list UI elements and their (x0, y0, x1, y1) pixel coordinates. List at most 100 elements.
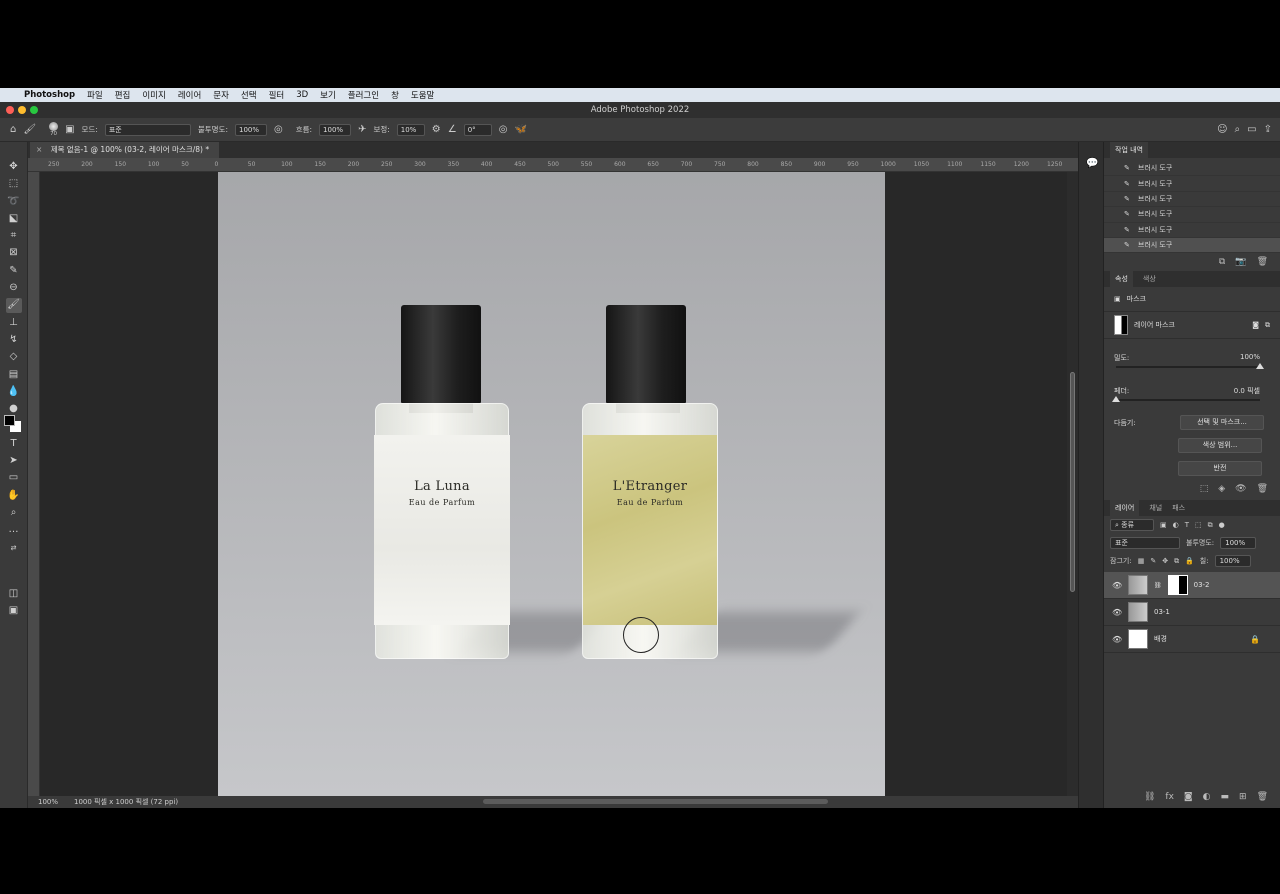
minimize-window-button[interactable] (18, 106, 26, 114)
filter-type-icon[interactable]: T (1185, 521, 1189, 529)
symmetry-icon[interactable]: 🦋 (514, 124, 526, 135)
gradient-tool-icon[interactable]: ▤ (6, 368, 22, 382)
canvas-workspace[interactable]: La Luna Eau de Parfum L'Etranger Eau de … (40, 172, 1067, 796)
fill-input[interactable]: 100% (1214, 555, 1251, 568)
zoom-level[interactable]: 100% (38, 798, 58, 806)
type-tool-icon[interactable]: T (6, 437, 22, 451)
close-window-button[interactable] (6, 106, 14, 114)
new-document-from-state-icon[interactable]: ⧉ (1219, 257, 1225, 267)
frame-tool-icon[interactable]: ⊠ (6, 246, 22, 260)
eraser-tool-icon[interactable]: ◇ (6, 350, 22, 364)
color-range-button[interactable]: 색상 범위... (1178, 438, 1262, 454)
menu-photoshop[interactable]: Photoshop (24, 90, 75, 100)
history-item[interactable]: ✎ 브러시 도구 (1104, 207, 1280, 223)
add-vector-mask-icon[interactable]: ⧉ (1265, 321, 1270, 330)
history-brush-tool-icon[interactable]: ↯ (6, 333, 22, 347)
history-item-selected[interactable]: ✎ 브러시 도구 (1104, 237, 1280, 254)
layer-filter-select[interactable]: ⌕ 종류 (1110, 519, 1154, 532)
layer-row-03-2[interactable]: 👁 ⛓ 03-2 (1104, 572, 1280, 600)
airbrush-icon[interactable]: ✈ (358, 124, 366, 135)
tab-color[interactable]: 색상 (1143, 274, 1156, 284)
vertical-scroll-thumb[interactable] (1070, 372, 1075, 592)
layer-name[interactable]: 배경 (1154, 634, 1167, 644)
snapshot-camera-icon[interactable]: 📷 (1235, 257, 1246, 267)
comments-icon[interactable]: 💬 (1086, 158, 1098, 169)
share-export-icon[interactable]: ⇪ (1264, 124, 1272, 135)
move-tool-icon[interactable]: ✥ (6, 160, 22, 174)
apply-mask-icon[interactable]: ◈ (1218, 484, 1225, 494)
menu-type[interactable]: 문자 (213, 89, 229, 101)
add-pixel-mask-icon[interactable]: ◙ (1252, 321, 1259, 329)
invert-button[interactable]: 반전 (1178, 461, 1262, 477)
pressure-opacity-icon[interactable]: ◎ (274, 124, 283, 135)
layer-row-03-1[interactable]: 👁 03-1 (1104, 599, 1280, 627)
swap-colors-icon[interactable]: ⇄ (6, 541, 22, 555)
adjustment-layer-icon[interactable]: ◐ (1203, 792, 1211, 802)
workspace-icon[interactable]: ▭ (1247, 124, 1256, 135)
new-group-folder-icon[interactable]: ▬ (1221, 792, 1230, 802)
object-selection-tool-icon[interactable]: ⬕ (6, 212, 22, 226)
angle-input[interactable]: 0° (463, 123, 492, 136)
visibility-eye-icon[interactable]: 👁 (1112, 581, 1122, 590)
opacity-input[interactable]: 100% (234, 123, 267, 136)
hand-tool-icon[interactable]: ✋ (6, 489, 22, 503)
menu-plugins[interactable]: 플러그인 (348, 89, 379, 101)
delete-mask-trash-icon[interactable]: 🗑 (1257, 484, 1268, 494)
document-tab[interactable]: × 제목 없음-1 @ 100% (03-2, 레이어 마스크/8) * (30, 142, 220, 158)
brush-tool-preset-icon[interactable]: 🖌 (23, 124, 36, 135)
feather-slider-knob[interactable] (1112, 396, 1120, 403)
menu-window[interactable]: 창 (391, 89, 399, 101)
vertical-scrollbar[interactable] (1067, 172, 1078, 796)
layer-style-fx-icon[interactable]: fx (1165, 792, 1174, 802)
chain-link-icon[interactable]: ⛓ (1154, 582, 1162, 589)
add-mask-icon[interactable]: ◙ (1184, 792, 1193, 802)
history-item[interactable]: ✎ 브러시 도구 (1104, 176, 1280, 192)
zoom-tool-icon[interactable]: ⌕ (6, 506, 22, 520)
document-info[interactable]: 1000 픽셀 x 1000 픽셀 (72 ppi) (74, 797, 178, 807)
lock-image-icon[interactable]: ✎ (1150, 557, 1156, 565)
filter-pixel-icon[interactable]: ▣ (1160, 521, 1167, 529)
new-layer-icon[interactable]: ⊞ (1239, 792, 1247, 802)
flow-input[interactable]: 100% (319, 123, 352, 136)
menu-view[interactable]: 보기 (320, 89, 336, 101)
edit-toolbar-icon[interactable]: … (6, 523, 22, 537)
horizontal-ruler[interactable]: 250 200 150 100 50 0 50 100 150 200 250 300 350 400 45… (28, 158, 1078, 172)
filter-adjustment-icon[interactable]: ◐ (1173, 521, 1179, 529)
delete-state-trash-icon[interactable]: 🗑 (1257, 257, 1268, 267)
search-icon[interactable]: ⌕ (1235, 124, 1241, 135)
select-and-mask-button[interactable]: 선택 및 마스크... (1180, 415, 1264, 431)
blend-mode-select[interactable]: 표준 (1110, 537, 1180, 550)
menu-help[interactable]: 도움말 (411, 89, 434, 101)
feather-slider[interactable] (1112, 396, 1260, 403)
lasso-tool-icon[interactable]: ➰ (6, 195, 22, 209)
horizontal-scroll-thumb[interactable] (483, 799, 828, 804)
filter-shape-icon[interactable]: ⬚ (1195, 521, 1202, 529)
pressure-size-icon[interactable]: ◎ (499, 124, 508, 135)
tab-paths[interactable]: 패스 (1172, 503, 1185, 513)
clone-stamp-tool-icon[interactable]: ⊥ (6, 316, 22, 330)
eyedropper-tool-icon[interactable]: ✎ (6, 264, 22, 278)
lock-all-icon[interactable]: 🔒 (1185, 557, 1194, 565)
brush-tool-icon[interactable]: 🖌 (5, 298, 22, 313)
mode-select[interactable]: 표준 (104, 123, 191, 136)
link-layers-icon[interactable]: ⛓ (1144, 792, 1155, 802)
tab-properties[interactable]: 속성 (1110, 271, 1133, 288)
feather-value[interactable]: 0.0 픽셀 (1234, 386, 1260, 396)
document-canvas[interactable]: La Luna Eau de Parfum L'Etranger Eau de … (218, 172, 885, 796)
home-icon[interactable]: ⌂ (10, 124, 16, 135)
menu-select[interactable]: 선택 (241, 89, 257, 101)
foreground-color-swatch[interactable] (4, 415, 15, 426)
quick-mask-icon[interactable]: ◫ (6, 587, 22, 601)
share-icon[interactable]: ☺ (1217, 124, 1227, 135)
load-selection-icon[interactable]: ⬚ (1200, 484, 1209, 494)
vertical-ruler[interactable] (28, 172, 40, 796)
pixel-mask-icon[interactable]: ▣ (1114, 295, 1121, 303)
lock-artboard-icon[interactable]: ⧉ (1174, 557, 1179, 566)
visibility-eye-icon[interactable]: 👁 (1112, 635, 1122, 644)
history-item[interactable]: ✎ 브러시 도구 (1104, 161, 1280, 177)
close-tab-icon[interactable]: × (36, 145, 42, 154)
rectangle-tool-icon[interactable]: ▭ (6, 471, 22, 485)
layer-opacity-input[interactable]: 100% (1220, 537, 1257, 550)
marquee-tool-icon[interactable]: ⬚ (6, 177, 22, 191)
menu-file[interactable]: 파일 (87, 89, 103, 101)
